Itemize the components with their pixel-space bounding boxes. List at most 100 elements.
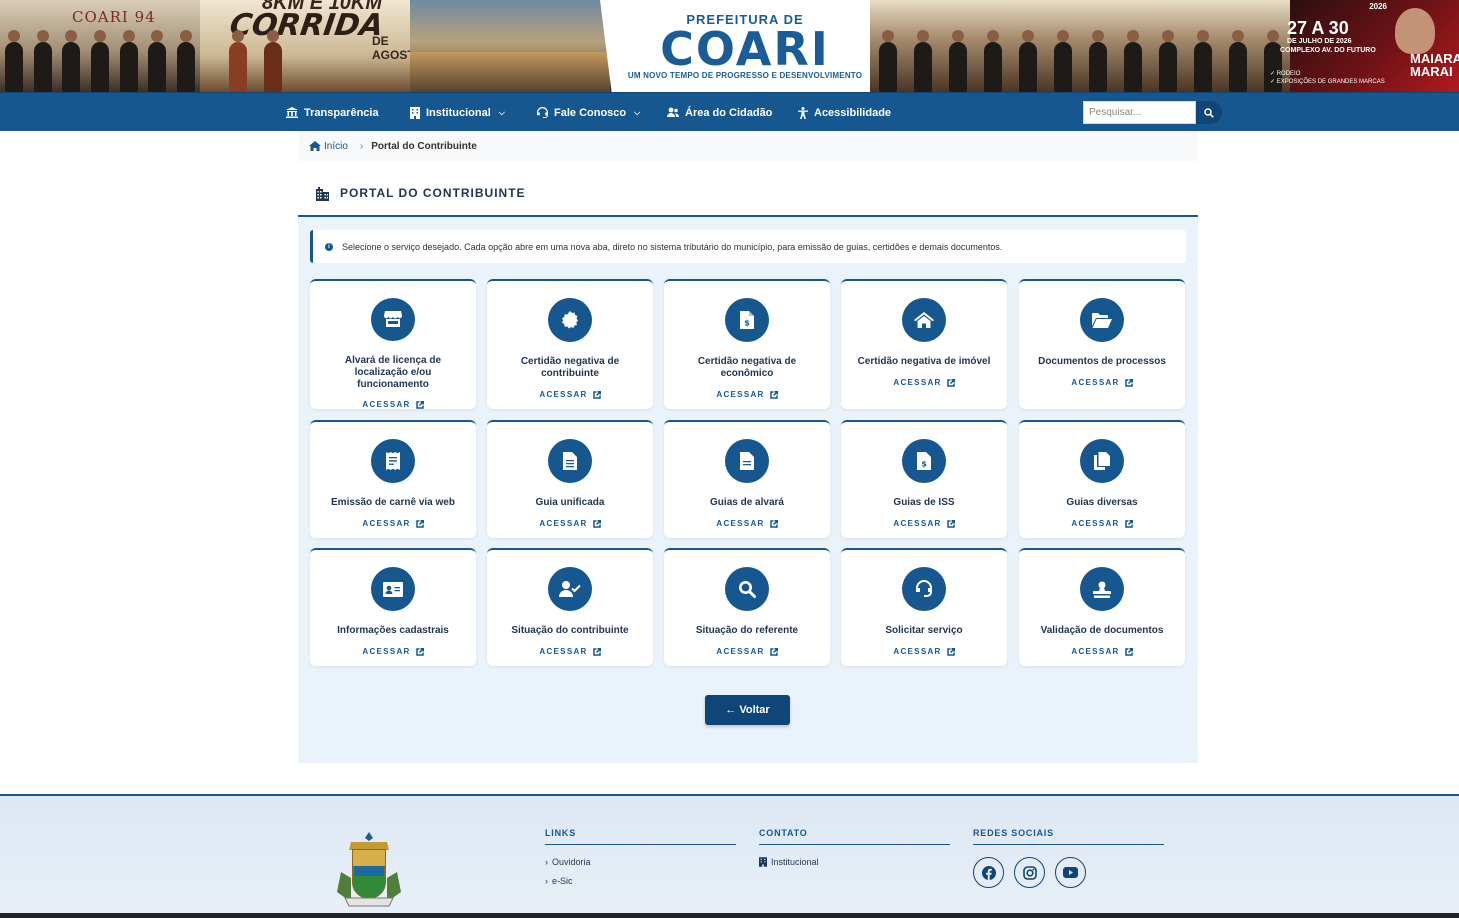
nav-acessibilidade[interactable]: Acessibilidade: [798, 93, 891, 132]
access-link[interactable]: ACESSAR: [362, 519, 424, 528]
access-link[interactable]: ACESSAR: [1071, 647, 1133, 656]
access-link[interactable]: ACESSAR: [893, 519, 955, 528]
service-card-solicitar-servico[interactable]: Solicitar serviço ACESSAR: [841, 548, 1007, 666]
users-icon: [667, 107, 679, 117]
external-link-icon: [592, 390, 601, 399]
svg-text:$: $: [921, 460, 927, 469]
access-link[interactable]: ACESSAR: [362, 647, 424, 656]
youtube-icon: [1063, 867, 1078, 878]
search-icon: [1204, 107, 1214, 118]
access-link-label: ACESSAR: [893, 378, 942, 387]
event-list-item: ✓ RODEIO: [1270, 71, 1301, 77]
access-link-label: ACESSAR: [539, 647, 588, 656]
banner-race-month: DE AGOSTO: [372, 34, 410, 62]
external-link-icon: [1124, 647, 1133, 656]
external-link-icon: [415, 519, 424, 528]
service-card-situacao-referente[interactable]: Situação do referente ACESSAR: [664, 548, 830, 666]
instagram-link[interactable]: [1014, 857, 1045, 888]
event-date: 27 A 30: [1287, 18, 1349, 38]
access-link[interactable]: ACESSAR: [1071, 519, 1133, 528]
access-link[interactable]: ACESSAR: [539, 390, 601, 399]
home-icon: [309, 141, 321, 151]
footer-link-ouvidoria[interactable]: › Ouvidoria: [545, 857, 736, 867]
social-links: [973, 857, 1164, 888]
footer-link-esic[interactable]: › e-Sic: [545, 876, 736, 886]
event-list: ✓ RODEIO ✓ EXPOSIÇÕES DE GRANDES MARCAS: [1270, 70, 1385, 86]
nav-area-cidadao[interactable]: Área do Cidadão: [667, 93, 772, 132]
chevron-right-icon: ›: [545, 876, 548, 886]
info-alert-text: Selecione o serviço desejado. Cada opção…: [342, 241, 1003, 252]
access-link-label: ACESSAR: [1071, 378, 1120, 387]
facebook-link[interactable]: [973, 857, 1004, 888]
youtube-link[interactable]: [1055, 857, 1086, 888]
external-link-icon: [592, 519, 601, 528]
access-link[interactable]: ACESSAR: [539, 647, 601, 656]
external-link-icon: [769, 390, 778, 399]
invoice-dollar-icon: $: [725, 298, 769, 342]
service-card-label: Solicitar serviço: [885, 625, 963, 636]
service-card-validacao-documentos[interactable]: Validação de documentos ACESSAR: [1019, 548, 1185, 666]
banner-coari94-promo[interactable]: COARI 94: [0, 0, 200, 92]
search-icon: [725, 567, 769, 611]
service-card-label: Guias diversas: [1066, 497, 1138, 508]
access-link[interactable]: ACESSAR: [716, 519, 778, 528]
info-alert: i Selecione o serviço desejado. Cada opç…: [310, 230, 1186, 263]
nav-fale-conosco[interactable]: Fale Conosco ⌵: [537, 93, 640, 132]
external-link-icon: [1124, 378, 1133, 387]
artist-name: MAIARA MARAI: [1410, 51, 1459, 79]
service-card-guias-alvara[interactable]: Guias de alvará ACESSAR: [664, 420, 830, 538]
service-card-situacao-contribuinte[interactable]: Situação do contribuinte ACESSAR: [487, 548, 653, 666]
file-lines-icon: [548, 439, 592, 483]
access-link[interactable]: ACESSAR: [539, 519, 601, 528]
footer-links-title: LINKS: [545, 828, 736, 845]
external-link-icon: [1124, 519, 1133, 528]
footer-contact-label: Institucional: [771, 857, 819, 867]
chevron-down-icon: ⌵: [634, 107, 641, 117]
headset-icon: [902, 567, 946, 611]
service-card-label: Situação do referente: [695, 625, 799, 636]
service-card-label: Certidão negativa de imóvel: [857, 356, 991, 367]
copy-icon: [1080, 439, 1124, 483]
service-card-label: Guias de ISS: [893, 497, 955, 508]
service-card-informacoes-cadastrais[interactable]: Informações cadastrais ACESSAR: [310, 548, 476, 666]
access-link[interactable]: ACESSAR: [893, 378, 955, 387]
service-card-alvara-licenca[interactable]: Alvará de licença de localização e/ou fu…: [310, 279, 476, 409]
service-card-guias-iss[interactable]: $ Guias de ISS ACESSAR: [841, 420, 1007, 538]
access-link-label: ACESSAR: [362, 519, 411, 528]
search-button[interactable]: [1196, 101, 1222, 124]
banner-runners-image: [220, 30, 290, 92]
nav-institucional[interactable]: Institucional ⌵: [410, 93, 505, 132]
nav-transparencia[interactable]: Transparência: [286, 93, 379, 132]
service-card-certidao-economico[interactable]: $ Certidão negativa de econômico ACESSAR: [664, 279, 830, 409]
access-link[interactable]: ACESSAR: [362, 400, 424, 409]
access-link[interactable]: ACESSAR: [1071, 378, 1133, 387]
chevron-right-icon: ›: [545, 857, 548, 867]
nav-label: Transparência: [304, 106, 379, 119]
banner-corrida-promo[interactable]: 8KM E 10KM CORRIDA DE AGOSTO: [200, 0, 410, 92]
service-card-guia-unificada[interactable]: Guia unificada ACESSAR: [487, 420, 653, 538]
nav-label: Institucional: [426, 106, 491, 119]
header-banner: COARI 94 8KM E 10KM CORRIDA DE AGOSTO PR…: [0, 0, 1459, 92]
service-card-documentos-processos[interactable]: Documentos de processos ACESSAR: [1019, 279, 1185, 409]
service-card-label: Situação do contribuinte: [511, 625, 629, 636]
service-card-certidao-contribuinte[interactable]: Certidão negativa de contribuinte ACESSA…: [487, 279, 653, 409]
access-link-label: ACESSAR: [362, 400, 411, 409]
breadcrumb-home-link[interactable]: Início: [309, 141, 348, 152]
prefeitura-logo[interactable]: PREFEITURA DE COARI UM NOVO TEMPO DE PRO…: [600, 0, 890, 92]
user-check-icon: [548, 567, 592, 611]
service-card-label: Certidão negativa de econômico: [697, 356, 797, 379]
access-link[interactable]: ACESSAR: [716, 390, 778, 399]
access-link-label: ACESSAR: [716, 519, 765, 528]
access-link[interactable]: ACESSAR: [893, 647, 955, 656]
service-card-guias-diversas[interactable]: Guias diversas ACESSAR: [1019, 420, 1185, 538]
external-link-icon: [946, 647, 955, 656]
service-card-certidao-imovel[interactable]: Certidão negativa de imóvel ACESSAR: [841, 279, 1007, 409]
search-input[interactable]: [1083, 101, 1196, 124]
footer-contact-institucional[interactable]: Institucional: [759, 857, 950, 867]
service-card-emissao-carne[interactable]: Emissão de carnê via web ACESSAR: [310, 420, 476, 538]
instagram-icon: [1022, 865, 1037, 880]
external-link-icon: [769, 519, 778, 528]
access-link[interactable]: ACESSAR: [716, 647, 778, 656]
back-button[interactable]: ← Voltar: [705, 695, 790, 725]
file-icon: [725, 439, 769, 483]
